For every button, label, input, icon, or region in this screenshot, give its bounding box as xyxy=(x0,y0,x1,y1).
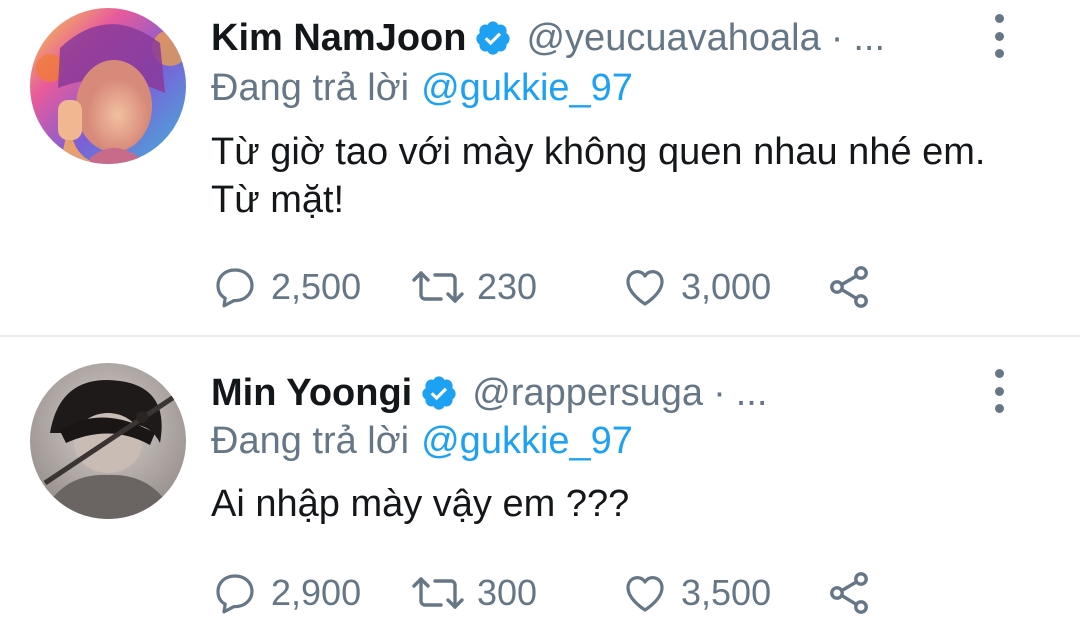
separator: · xyxy=(713,371,726,414)
like-button[interactable]: 3,000 xyxy=(621,259,771,315)
reply-count: 2,500 xyxy=(271,266,362,307)
like-icon xyxy=(621,263,669,311)
retweet-count: 230 xyxy=(477,266,538,307)
reply-to-link[interactable]: @gukkie_97 xyxy=(421,420,633,463)
handle[interactable]: @rappersuga xyxy=(472,372,703,415)
reply-context: Đang trả lời @gukkie_97 xyxy=(211,62,633,114)
avatar[interactable] xyxy=(30,8,186,164)
like-count: 3,500 xyxy=(681,572,772,613)
retweet-icon xyxy=(411,263,465,311)
reply-context: Đang trả lời @gukkie_97 xyxy=(211,415,633,467)
reply-to-link[interactable]: @gukkie_97 xyxy=(421,67,633,110)
share-icon xyxy=(825,263,873,311)
like-button[interactable]: 3,500 xyxy=(621,565,771,621)
share-icon xyxy=(825,569,873,617)
like-count: 3,000 xyxy=(681,266,772,307)
retweet-button[interactable]: 230 xyxy=(411,259,537,315)
tweet-text: Ai nhập mày vậy em ??? xyxy=(211,483,630,525)
more-vertical-icon[interactable] xyxy=(984,14,1014,58)
reply-count: 2,900 xyxy=(271,572,362,613)
avatar[interactable] xyxy=(30,363,186,519)
retweet-count: 300 xyxy=(477,572,538,613)
tweet-text: Từ giờ tao với mày không quen nhau nhé e… xyxy=(211,131,986,221)
verified-badge-icon xyxy=(474,19,512,57)
reply-prefix: Đang trả lời xyxy=(211,66,410,109)
tweet[interactable]: Min Yoongi @rappersuga · ... Đang trả lờ… xyxy=(0,337,1080,632)
separator: · xyxy=(830,16,844,59)
reply-prefix: Đang trả lời xyxy=(211,419,410,462)
tweet[interactable]: Kim NamJoon @yeucuavahoala · ... Đang tr… xyxy=(0,0,1080,335)
reply-icon xyxy=(211,569,259,617)
tweet-feed: Kim NamJoon @yeucuavahoala · ... Đang tr… xyxy=(0,0,1080,632)
reply-icon xyxy=(211,263,259,311)
tweet-actions: 2,500 230 3,000 xyxy=(211,259,911,315)
share-button[interactable] xyxy=(825,565,873,621)
truncation-ellipsis: ... xyxy=(735,371,768,414)
reply-button[interactable]: 2,500 xyxy=(211,259,361,315)
verified-badge-icon xyxy=(420,374,458,412)
truncation-ellipsis: ... xyxy=(853,16,886,59)
handle[interactable]: @yeucuavahoala xyxy=(526,17,820,60)
tweet-header: Kim NamJoon @yeucuavahoala · ... xyxy=(211,12,885,64)
reply-button[interactable]: 2,900 xyxy=(211,565,361,621)
tweet-header: Min Yoongi @rappersuga · ... xyxy=(211,367,767,419)
retweet-icon xyxy=(411,569,465,617)
display-name[interactable]: Min Yoongi xyxy=(211,372,412,415)
tweet-actions: 2,900 300 3,500 xyxy=(211,565,911,621)
display-name[interactable]: Kim NamJoon xyxy=(211,17,466,60)
like-icon xyxy=(621,569,669,617)
share-button[interactable] xyxy=(825,259,873,315)
more-vertical-icon[interactable] xyxy=(984,369,1014,413)
retweet-button[interactable]: 300 xyxy=(411,565,537,621)
